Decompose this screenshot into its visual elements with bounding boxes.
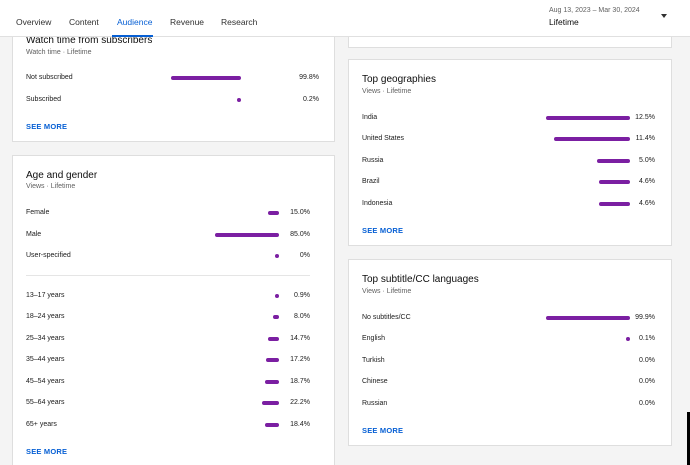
- see-more-button[interactable]: SEE MORE: [362, 426, 403, 435]
- date-range-text: Aug 13, 2023 – Mar 30, 2024: [549, 7, 640, 14]
- row-label-age-65-plus: 65+ years: [26, 421, 57, 428]
- section-divider: [26, 275, 310, 276]
- row-value-user-specified: 0%: [299, 252, 310, 259]
- row-value-brazil: 4.6%: [639, 178, 655, 185]
- bar-subscribed: [237, 98, 241, 102]
- row-value-age-13-17: 0.9%: [294, 292, 310, 299]
- row-label-age-55-64: 55–64 years: [26, 399, 65, 406]
- row-value-not-subscribed: 99.8%: [299, 74, 319, 81]
- row-value-indonesia: 4.6%: [639, 200, 655, 207]
- row-label-united-states: United States: [362, 135, 405, 142]
- row-value-no-subtitles: 99.9%: [635, 314, 655, 321]
- row-label-subscribed: Subscribed: [26, 96, 62, 103]
- row-label-russian: Russian: [362, 400, 388, 407]
- row-label-india: India: [362, 114, 378, 121]
- row-value-chinese: 0.0%: [639, 378, 655, 385]
- top-subtitle-languages-card: Top subtitle/CC languages Views · Lifeti…: [348, 259, 672, 446]
- row-value-age-35-44: 17.2%: [290, 356, 310, 363]
- row-label-not-subscribed: Not subscribed: [26, 74, 73, 81]
- see-more-button[interactable]: SEE MORE: [362, 226, 403, 235]
- tab-research[interactable]: Research: [221, 17, 257, 27]
- row-value-age-65-plus: 18.4%: [290, 421, 310, 428]
- row-label-brazil: Brazil: [362, 178, 380, 185]
- date-range-label: Lifetime: [549, 17, 579, 27]
- row-label-age-13-17: 13–17 years: [26, 292, 65, 299]
- card-subtitle: Views · Lifetime: [362, 88, 412, 95]
- card-title: Top geographies: [362, 74, 436, 85]
- card-subtitle: Views · Lifetime: [26, 183, 76, 190]
- row-value-age-18-24: 8.0%: [294, 313, 310, 320]
- row-value-age-25-34: 14.7%: [290, 335, 310, 342]
- see-more-button[interactable]: SEE MORE: [26, 447, 67, 456]
- tab-revenue[interactable]: Revenue: [170, 17, 204, 27]
- tab-content[interactable]: Content: [69, 17, 99, 27]
- row-label-user-specified: User-specified: [26, 252, 71, 259]
- row-value-russia: 5.0%: [639, 157, 655, 164]
- row-label-age-35-44: 35–44 years: [26, 356, 65, 363]
- row-label-turkish: Turkish: [362, 357, 385, 364]
- row-label-age-18-24: 18–24 years: [26, 313, 65, 320]
- dropdown-caret-icon[interactable]: [661, 14, 667, 18]
- row-label-female: Female: [26, 209, 50, 216]
- row-value-india: 12.5%: [635, 114, 655, 121]
- tab-audience[interactable]: Audience: [117, 17, 152, 27]
- row-label-russia: Russia: [362, 157, 384, 164]
- top-nav-bar: Overview Content Audience Revenue Resear…: [0, 0, 690, 37]
- row-value-female: 15.0%: [290, 209, 310, 216]
- card-subtitle: Watch time · Lifetime: [26, 49, 92, 56]
- row-label-english: English: [362, 335, 385, 342]
- row-value-male: 85.0%: [290, 231, 310, 238]
- row-value-turkish: 0.0%: [639, 357, 655, 364]
- age-gender-card: Age and gender Views · Lifetime Female 1…: [12, 155, 335, 465]
- row-label-indonesia: Indonesia: [362, 200, 393, 207]
- row-label-male: Male: [26, 231, 42, 238]
- card-subtitle: Views · Lifetime: [362, 288, 412, 295]
- watch-time-card: Watch time from subscribers Watch time ·…: [12, 20, 335, 142]
- row-label-chinese: Chinese: [362, 378, 388, 385]
- row-label-age-45-54: 45–54 years: [26, 378, 65, 385]
- row-value-english: 0.1%: [639, 335, 655, 342]
- row-value-subscribed: 0.2%: [303, 96, 319, 103]
- active-tab-indicator: [112, 35, 153, 37]
- see-more-button[interactable]: SEE MORE: [26, 122, 67, 131]
- row-value-united-states: 11.4%: [635, 135, 655, 142]
- row-value-russian: 0.0%: [639, 400, 655, 407]
- card-title: Age and gender: [26, 170, 98, 181]
- row-value-age-55-64: 22.2%: [290, 399, 310, 406]
- row-value-age-45-54: 18.7%: [290, 378, 310, 385]
- bar-not-subscribed: [171, 76, 241, 80]
- card-title: Top subtitle/CC languages: [362, 274, 479, 285]
- row-label-no-subtitles: No subtitles/CC: [362, 314, 411, 321]
- row-label-age-25-34: 25–34 years: [26, 335, 65, 342]
- tab-overview[interactable]: Overview: [16, 17, 51, 27]
- top-geographies-card: Top geographies Views · Lifetime India 1…: [348, 59, 672, 246]
